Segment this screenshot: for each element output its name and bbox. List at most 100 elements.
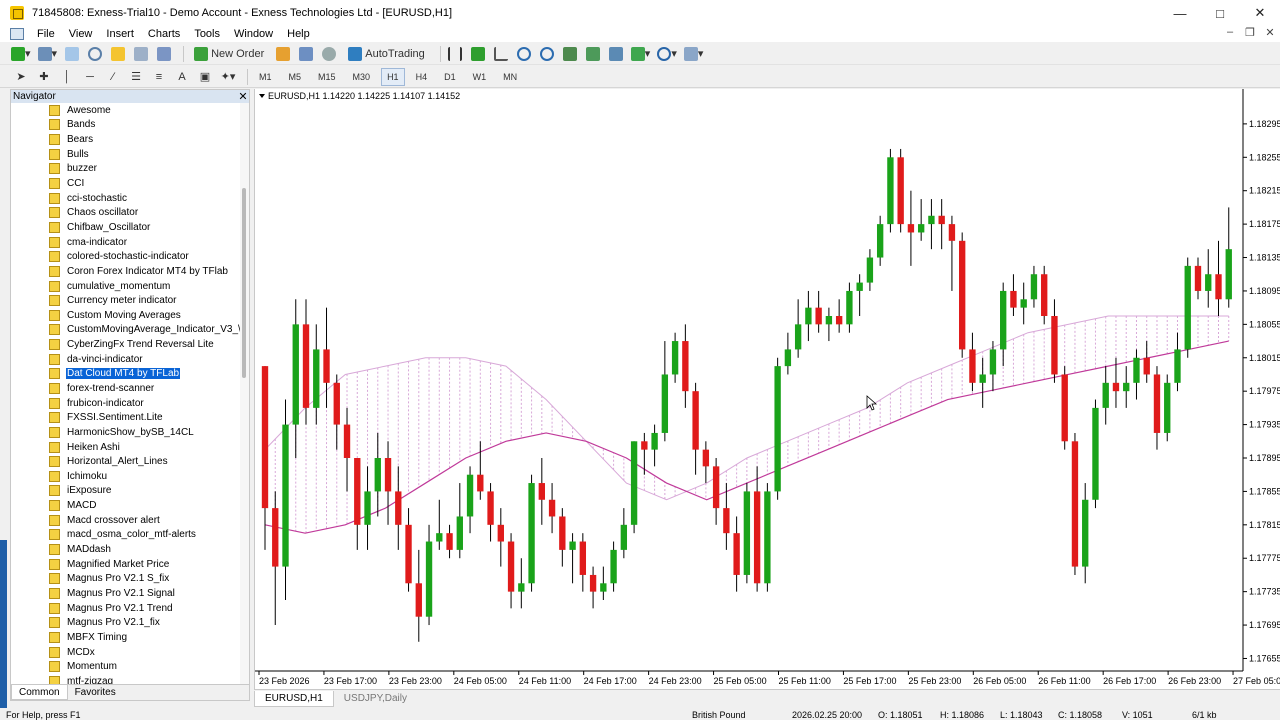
navigator-item[interactable]: iExposure [11, 484, 240, 499]
navigator-item[interactable]: Heiken Ashi [11, 440, 240, 455]
navigator-item[interactable]: Magnus Pro V2.1 Signal [11, 586, 240, 601]
mdi-restore-icon[interactable]: ❐ [1240, 26, 1260, 42]
navigator-item[interactable]: Awesome [11, 103, 240, 118]
navigator-item[interactable]: Bears [11, 132, 240, 147]
navigator-item[interactable]: cma-indicator [11, 235, 240, 250]
menu-tools[interactable]: Tools [187, 28, 227, 40]
navigator-item[interactable]: Magnus Pro V2.1 S_fix [11, 572, 240, 587]
channel-button[interactable]: ☰ [127, 68, 145, 86]
navigator-item[interactable]: Custom Moving Averages [11, 308, 240, 323]
chart-tab-eurusd[interactable]: EURUSD,H1 [254, 690, 334, 707]
mdi-close-icon[interactable]: ✕ [1260, 26, 1280, 42]
navigator-item[interactable]: Horizontal_Alert_Lines [11, 454, 240, 469]
navigator-item[interactable]: Currency meter indicator [11, 293, 240, 308]
navigator-item[interactable]: Bands [11, 118, 240, 133]
line-chart-button[interactable] [492, 45, 510, 63]
navigator-item[interactable]: frubicon-indicator [11, 396, 240, 411]
navigator-item[interactable]: Chifbaw_Oscillator [11, 220, 240, 235]
indicators-button[interactable]: ▾ [630, 45, 652, 63]
terminal-button[interactable] [132, 45, 150, 63]
navigator-close-icon[interactable]: ✕ [237, 90, 249, 103]
zoom-in-button[interactable] [515, 45, 533, 63]
candlestick-button[interactable] [469, 45, 487, 63]
navigator-item[interactable]: forex-trend-scanner [11, 381, 240, 396]
vertical-line-button[interactable]: │ [58, 68, 76, 86]
navigator-item[interactable]: macd_osma_color_mtf-alerts [11, 528, 240, 543]
tester-button[interactable] [155, 45, 173, 63]
navigator-item[interactable]: Chaos oscillator [11, 205, 240, 220]
autotrading-button[interactable]: AutoTrading [343, 45, 430, 63]
menu-insert[interactable]: Insert [99, 28, 141, 40]
arrows-button[interactable]: ✦▾ [219, 68, 237, 86]
trendline-button[interactable]: ∕ [104, 68, 122, 86]
timeframe-mn[interactable]: MN [497, 68, 523, 86]
price-chart[interactable]: 1.18295 1.18255 1.18215 1.18175 1.18135 1.180… [255, 89, 1280, 689]
timeframe-h1[interactable]: H1 [381, 67, 405, 86]
navigator-item[interactable]: Ichimoku [11, 469, 240, 484]
timeframe-h4[interactable]: H4 [410, 68, 434, 86]
minimize-button[interactable]: — [1160, 0, 1200, 26]
profiles-button[interactable]: ▾ [37, 45, 59, 63]
navigator-item[interactable]: CCI [11, 176, 240, 191]
tab-favorites[interactable]: Favorites [68, 685, 123, 700]
navigator-item[interactable]: Coron Forex Indicator MT4 by TFlab [11, 264, 240, 279]
maximize-button[interactable]: □ [1200, 0, 1240, 26]
navigator-item[interactable]: Magnus Pro V2.1_fix [11, 615, 240, 630]
menu-view[interactable]: View [62, 28, 100, 40]
horizontal-line-button[interactable]: ─ [81, 68, 99, 86]
chart-shift-button[interactable] [607, 45, 625, 63]
menu-window[interactable]: Window [227, 28, 280, 40]
timeframe-m1[interactable]: M1 [253, 68, 278, 86]
navigator-item[interactable]: CyberZingFx Trend Reversal Lite [11, 337, 240, 352]
navigator-item[interactable]: MBFX Timing [11, 630, 240, 645]
navigator-item[interactable]: FXSSI.Sentiment.Lite [11, 410, 240, 425]
tab-common[interactable]: Common [11, 685, 68, 700]
text-button[interactable]: A [173, 68, 191, 86]
navigator-item[interactable]: Bulls [11, 147, 240, 162]
zoom-out-button[interactable] [538, 45, 556, 63]
menu-file[interactable]: File [30, 28, 62, 40]
tile-windows-button[interactable] [561, 45, 579, 63]
navigator-item[interactable]: Macd crossover alert [11, 513, 240, 528]
timeframe-w1[interactable]: W1 [467, 68, 493, 86]
navigator-item[interactable]: Dat Cloud MT4 by TFLab [11, 367, 240, 382]
timeframe-m15[interactable]: M15 [312, 68, 342, 86]
timeframe-m30[interactable]: M30 [347, 68, 377, 86]
auto-scroll-button[interactable] [584, 45, 602, 63]
signals-button[interactable] [297, 45, 315, 63]
navigator-item[interactable]: MCDx [11, 645, 240, 660]
fibonacci-button[interactable]: ≡ [150, 68, 168, 86]
text-label-button[interactable]: ▣ [196, 68, 214, 86]
new-order-button[interactable]: New Order [189, 45, 269, 63]
navigator-button[interactable] [109, 45, 127, 63]
menu-charts[interactable]: Charts [141, 28, 187, 40]
navigator-item[interactable]: buzzer [11, 162, 240, 177]
close-button[interactable]: ✕ [1240, 0, 1280, 26]
navigator-item[interactable]: MACD [11, 498, 240, 513]
chart-tab-usdjpy[interactable]: USDJPY,Daily [334, 691, 417, 706]
cursor-button[interactable]: ➤ [12, 68, 30, 86]
document-icon[interactable] [10, 28, 24, 40]
market-watch-button[interactable] [63, 45, 81, 63]
new-chart-button[interactable]: ▾ [10, 45, 32, 63]
navigator-item[interactable]: colored-stochastic-indicator [11, 249, 240, 264]
templates-button[interactable]: ▾ [683, 45, 705, 63]
periods-button[interactable]: ▾ [656, 45, 678, 63]
navigator-scrollbar[interactable] [240, 103, 249, 686]
navigator-item[interactable]: CustomMovingAverage_Indicator_V3_\ [11, 323, 240, 338]
navigator-item[interactable]: cumulative_momentum [11, 279, 240, 294]
navigator-item[interactable]: Magnified Market Price [11, 557, 240, 572]
bar-chart-button[interactable] [446, 45, 464, 63]
chart-window[interactable]: 1.18295 1.18255 1.18215 1.18175 1.18135 1.180… [254, 89, 1280, 689]
scrollbar-thumb[interactable] [242, 188, 246, 378]
navigator-item[interactable]: da-vinci-indicator [11, 352, 240, 367]
navigator-item[interactable]: HarmonicShow_bySB_14CL [11, 425, 240, 440]
menu-help[interactable]: Help [280, 28, 317, 40]
timeframe-d1[interactable]: D1 [438, 68, 462, 86]
navigator-item[interactable]: cci-stochastic [11, 191, 240, 206]
navigator-item[interactable]: Magnus Pro V2.1 Trend [11, 601, 240, 616]
data-window-button[interactable] [86, 45, 104, 63]
navigator-item[interactable]: Momentum [11, 659, 240, 674]
timeframe-m5[interactable]: M5 [283, 68, 308, 86]
navigator-item[interactable]: MADdash [11, 542, 240, 557]
